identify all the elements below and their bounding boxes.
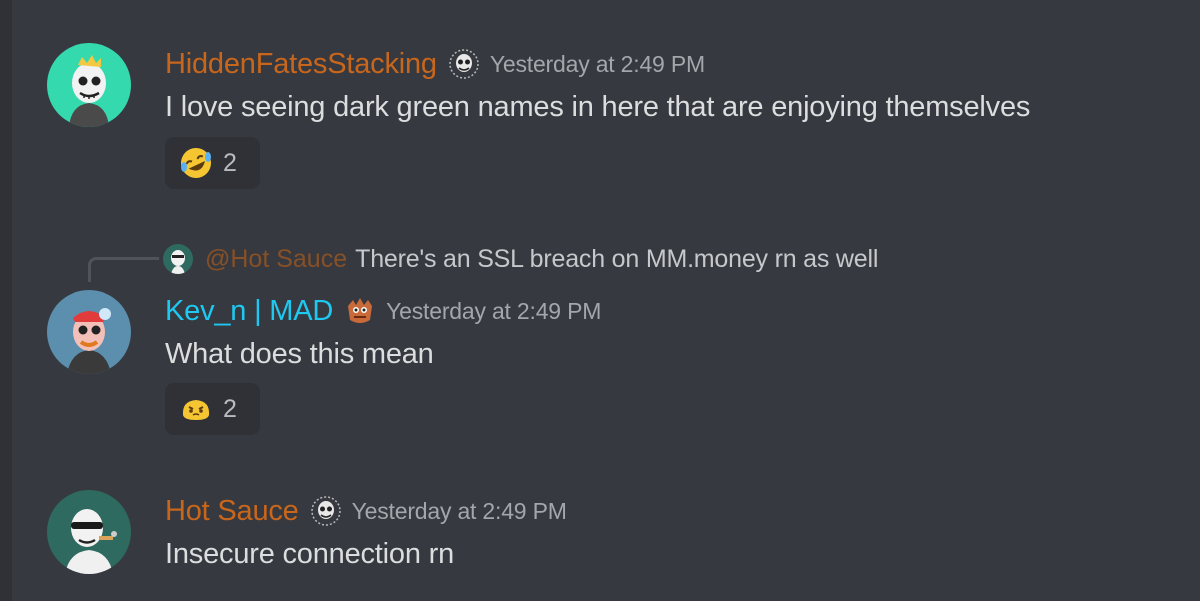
message-content: What does this mean (165, 338, 434, 370)
message-header: HiddenFatesStacking Yesterday at 2:49 PM (165, 45, 705, 83)
reaction-count: 2 (223, 394, 237, 423)
message-content: I love seeing dark green names in here t… (165, 91, 1031, 123)
reply-mention[interactable]: @Hot Sauce (205, 245, 347, 274)
reaction-button[interactable]: 2 (165, 383, 260, 435)
timestamp: Yesterday at 2:49 PM (386, 297, 602, 324)
username[interactable]: HiddenFatesStacking (165, 48, 437, 81)
reply-avatar-icon (163, 244, 193, 274)
timestamp: Yesterday at 2:49 PM (489, 50, 705, 77)
reaction-button[interactable]: 2 (165, 137, 260, 189)
skull-badge-icon[interactable] (309, 494, 343, 528)
avatar-skull-blue-icon[interactable] (47, 290, 131, 374)
avatar-skull-darkteal-icon[interactable] (47, 490, 131, 574)
reply-text: There's an SSL breach on MM.money rn as … (355, 244, 879, 273)
message-content: Insecure connection rn (165, 538, 454, 570)
message-header: Kev_n | MAD Yesterday at 2:49 PM (165, 292, 601, 330)
timestamp: Yesterday at 2:49 PM (351, 497, 567, 524)
avatar-skull-teal-icon[interactable] (47, 43, 131, 127)
skull-badge-icon[interactable] (447, 47, 481, 81)
yellow-blob-emoji-icon (178, 391, 214, 427)
username[interactable]: Hot Sauce (165, 495, 299, 528)
rolling-on-floor-laughing-emoji-icon (178, 145, 214, 181)
reply-connector (88, 257, 159, 282)
reaction-count: 2 (223, 148, 237, 177)
message-header: Hot Sauce Yesterday at 2:49 PM (165, 492, 567, 530)
orange-creature-badge-icon[interactable] (343, 294, 377, 328)
reply-preview[interactable]: @Hot Sauce There's an SSL breach on MM.m… (163, 241, 878, 277)
channel-sidebar-edge (0, 0, 12, 601)
username[interactable]: Kev_n | MAD (165, 295, 333, 328)
